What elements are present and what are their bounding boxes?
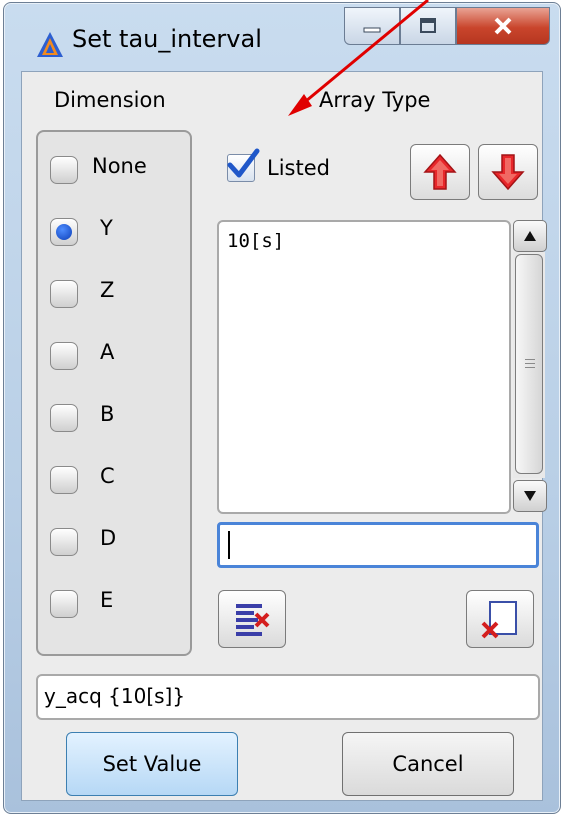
radio-button[interactable] (50, 590, 78, 618)
title-bar[interactable]: Set tau_interval (4, 3, 560, 73)
window-title: Set tau_interval (72, 25, 262, 53)
minimize-button[interactable] (344, 7, 400, 45)
radio-label: E (100, 588, 114, 612)
radio-button[interactable] (50, 404, 78, 432)
radio-button[interactable] (50, 528, 78, 556)
text-caret (228, 531, 230, 559)
close-icon (494, 17, 512, 35)
radio-label: A (100, 340, 115, 364)
scroll-track[interactable] (513, 252, 545, 478)
radio-button[interactable] (50, 280, 78, 308)
scroll-up-button[interactable] (513, 220, 547, 252)
array-type-heading: Array Type (319, 88, 431, 112)
radio-selected-dot (56, 224, 72, 240)
dialog-body: Dimension Array Type None Y Z A B C D E … (21, 71, 547, 801)
radio-option-z[interactable]: Z (38, 276, 190, 320)
radio-button[interactable] (50, 156, 78, 184)
status-field: y_acq {10[s]} (36, 674, 540, 720)
scroll-thumb[interactable] (515, 254, 543, 474)
triangle-down-icon (524, 491, 536, 501)
dimension-radio-group: None Y Z A B C D E (36, 130, 192, 656)
radio-option-d[interactable]: D (38, 524, 190, 568)
app-logo-icon (37, 32, 63, 57)
clear-page-icon (481, 601, 517, 639)
status-text: y_acq {10[s]} (44, 684, 186, 708)
radio-label: Z (100, 278, 115, 302)
radio-option-c[interactable]: C (38, 462, 190, 506)
radio-label: None (92, 154, 147, 178)
radio-option-y[interactable]: Y (38, 214, 190, 258)
dialog-window: Set tau_interval Dimension Array Type No… (3, 2, 561, 814)
clear-all-button[interactable] (466, 590, 534, 648)
grip-line (525, 359, 535, 360)
listed-label: Listed (267, 156, 330, 180)
arrow-down-icon (491, 154, 525, 191)
radio-label: D (100, 526, 117, 550)
maximize-button[interactable] (400, 7, 456, 45)
listed-checkbox[interactable] (227, 148, 260, 182)
maximize-icon (420, 18, 436, 33)
radio-label: B (100, 402, 115, 426)
close-button[interactable] (456, 7, 550, 45)
listbox-scrollbar[interactable] (513, 220, 547, 512)
radio-button[interactable] (50, 466, 78, 494)
minimize-icon (363, 27, 381, 33)
radio-option-none[interactable]: None (38, 152, 190, 196)
move-up-button[interactable] (410, 144, 470, 200)
radio-option-b[interactable]: B (38, 400, 190, 444)
grip-line (525, 367, 535, 368)
move-down-button[interactable] (478, 144, 538, 200)
grip-line (525, 363, 535, 364)
value-input[interactable] (217, 522, 539, 568)
set-value-button[interactable]: Set Value (66, 732, 238, 796)
checkmark-icon (227, 148, 260, 178)
radio-option-e[interactable]: E (38, 586, 190, 630)
scroll-down-button[interactable] (513, 480, 547, 512)
delete-item-button[interactable] (218, 590, 286, 648)
radio-button[interactable] (50, 218, 78, 246)
list-item[interactable]: 10[s] (227, 230, 284, 252)
dimension-heading: Dimension (54, 88, 166, 112)
delete-list-item-icon (236, 604, 270, 636)
arrow-up-icon (423, 153, 457, 190)
values-listbox[interactable]: 10[s] (217, 220, 511, 514)
triangle-up-icon (524, 231, 536, 241)
radio-label: C (100, 464, 115, 488)
radio-button[interactable] (50, 342, 78, 370)
radio-option-a[interactable]: A (38, 338, 190, 382)
radio-label: Y (100, 216, 113, 240)
cancel-button[interactable]: Cancel (342, 732, 514, 796)
